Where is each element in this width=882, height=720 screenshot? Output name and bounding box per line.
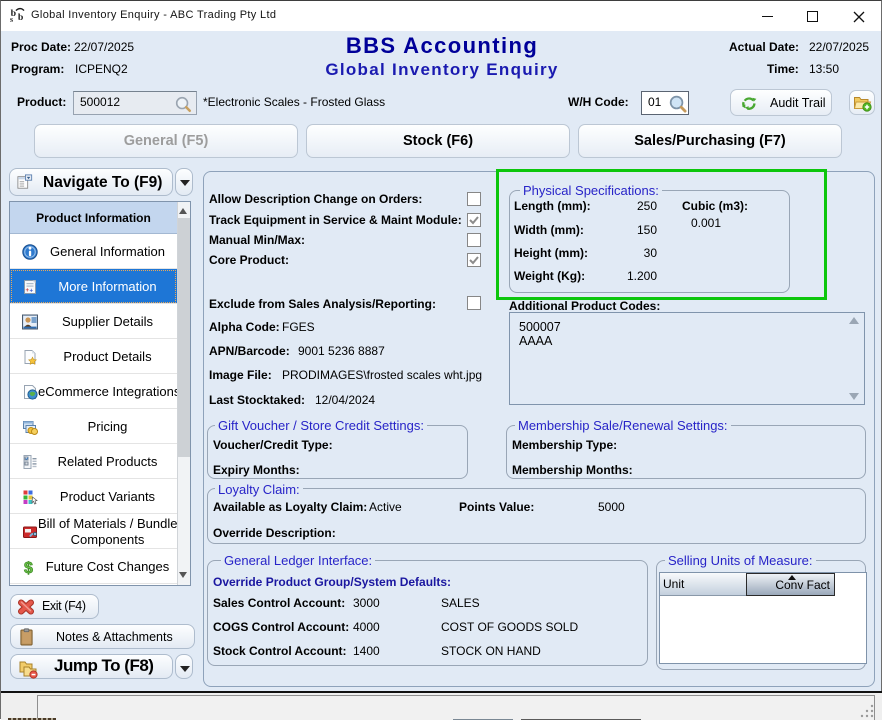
svg-text:b: b [18, 12, 24, 23]
svg-text:+: + [30, 288, 34, 294]
svg-text:s: s [10, 15, 13, 23]
svg-text:$: $ [24, 560, 33, 575]
